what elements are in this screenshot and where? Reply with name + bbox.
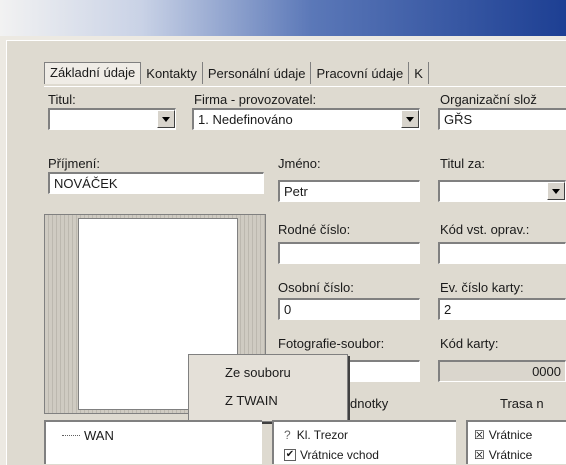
titul-za-label: Titul za: [440, 156, 486, 171]
firma-select[interactable]: 1. Nedefinováno [192, 108, 420, 130]
title-bar [0, 0, 566, 36]
tree-line [62, 435, 80, 436]
titul-za-dropdown-button[interactable] [547, 182, 565, 200]
menu-item-z-twain[interactable]: Z TWAIN [225, 393, 278, 408]
chevron-down-icon [552, 188, 560, 194]
org-field[interactable]: GŘS [438, 108, 566, 130]
titul-label: Titul: [48, 92, 76, 107]
titul-select[interactable] [48, 108, 176, 130]
tab-strip: Základní údaje Kontakty Personální údaje… [44, 62, 429, 84]
unknown-state-icon: ? [284, 428, 291, 442]
kod-vst-label: Kód vst. oprav.: [440, 222, 530, 237]
tab-kontakty[interactable]: Kontakty [141, 62, 203, 84]
rodne-cislo-field[interactable] [278, 242, 420, 264]
ev-cislo-label: Ev. číslo karty: [440, 280, 524, 295]
checkbox-checked-icon[interactable]: ✔ [284, 449, 296, 461]
jmeno-field[interactable]: Petr [278, 180, 420, 202]
foto-soubor-field[interactable] [346, 360, 420, 382]
ev-cislo-field[interactable]: 2 [438, 298, 566, 320]
foto-soubor-label: Fotografie-soubor: [278, 336, 385, 351]
list-item[interactable]: ☒ Vrátnice [474, 428, 532, 442]
osobni-cislo-label: Osobní číslo: [278, 280, 354, 295]
tab-panel-border [44, 86, 566, 87]
tab-zakladni-udaje[interactable]: Základní údaje [44, 62, 142, 84]
tab-pracovni-udaje[interactable]: Pracovní údaje [311, 62, 410, 84]
kod-vst-field[interactable] [438, 242, 566, 264]
rodne-cislo-label: Rodné číslo: [278, 222, 351, 237]
kod-karty-label: Kód karty: [440, 336, 499, 351]
tree-view[interactable]: WAN [44, 420, 262, 464]
chevron-down-icon [406, 116, 414, 122]
chevron-down-icon [162, 116, 170, 122]
list-item[interactable]: ✔ Vrátnice vchod [284, 448, 379, 462]
menu-item-ze-souboru[interactable]: Ze souboru [225, 365, 291, 380]
kod-karty-field: 0000 [438, 360, 566, 382]
titul-za-select[interactable] [438, 180, 566, 202]
prijmeni-label: Příjmení: [48, 156, 101, 171]
tree-item[interactable]: WAN [62, 428, 114, 443]
firma-dropdown-button[interactable] [401, 110, 419, 128]
tab-k[interactable]: K [409, 62, 429, 84]
trasa-label: Trasa n [500, 396, 544, 411]
list-item[interactable]: ? Kl. Trezor [284, 428, 348, 442]
jednotky-list[interactable]: ? Kl. Trezor ✔ Vrátnice vchod [272, 420, 456, 464]
prijmeni-field[interactable]: NOVÁČEK [48, 172, 264, 194]
trasa-list[interactable]: ☒ Vrátnice ☒ Vrátnice [466, 420, 566, 464]
jednotky-label: dnotky [350, 396, 389, 411]
checkbox-crossed-icon[interactable]: ☒ [474, 448, 485, 462]
checkbox-crossed-icon[interactable]: ☒ [474, 428, 485, 442]
jmeno-label: Jméno: [278, 156, 321, 171]
firma-label: Firma - provozovatel: [194, 92, 317, 107]
titul-dropdown-button[interactable] [157, 110, 175, 128]
photo-context-menu: Ze souboru Z TWAIN [188, 354, 348, 422]
list-item[interactable]: ☒ Vrátnice [474, 448, 532, 462]
tab-personalni-udaje[interactable]: Personální údaje [203, 62, 312, 84]
org-label: Organizační slož [440, 92, 537, 107]
osobni-cislo-field[interactable]: 0 [278, 298, 420, 320]
